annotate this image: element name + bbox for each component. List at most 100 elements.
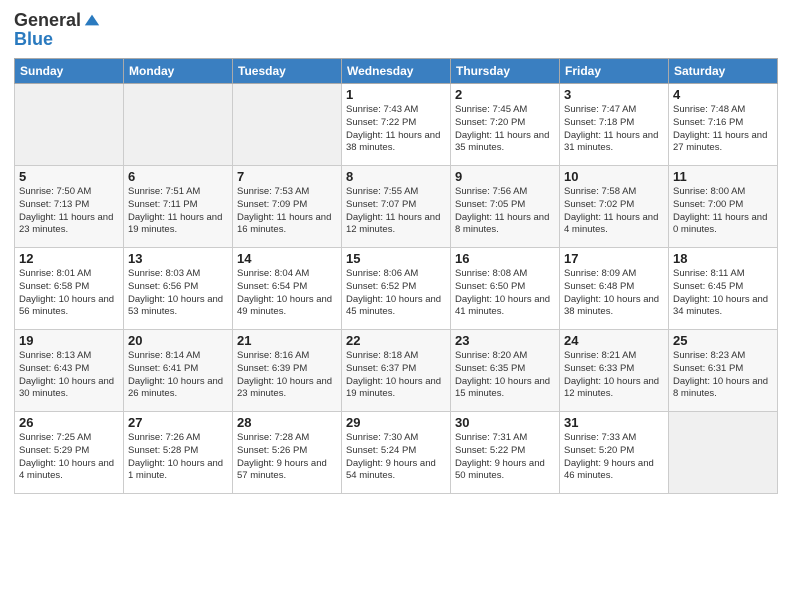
day-number: 19 (19, 333, 119, 348)
day-number: 10 (564, 169, 664, 184)
day-number: 25 (673, 333, 773, 348)
day-number: 26 (19, 415, 119, 430)
day-info: Sunrise: 7:30 AM Sunset: 5:24 PM Dayligh… (346, 432, 446, 483)
calendar-cell: 17Sunrise: 8:09 AM Sunset: 6:48 PM Dayli… (560, 248, 669, 330)
day-number: 18 (673, 251, 773, 266)
week-row-1: 1 Sunrise: 7:43 AM Sunset: 7:22 PM Daylig… (15, 84, 778, 166)
weekday-header-friday: Friday (560, 59, 669, 84)
calendar-cell: 5Sunrise: 7:50 AM Sunset: 7:13 PM Daylig… (15, 166, 124, 248)
day-number: 6 (128, 169, 228, 184)
calendar-cell: 27 Sunrise: 7:26 AM Sunset: 5:28 PM Dayli… (124, 412, 233, 494)
weekday-header-monday: Monday (124, 59, 233, 84)
day-info: Sunrise: 8:18 AM Sunset: 6:37 PM Dayligh… (346, 350, 446, 401)
day-info: Sunrise: 8:13 AM Sunset: 6:43 PM Dayligh… (19, 350, 119, 401)
day-info: Sunrise: 8:14 AM Sunset: 6:41 PM Dayligh… (128, 350, 228, 401)
week-row-4: 19 Sunrise: 8:13 AM Sunset: 6:43 PM Dayli… (15, 330, 778, 412)
calendar-cell: 18 Sunrise: 8:11 AM Sunset: 6:45 PM Dayli… (669, 248, 778, 330)
day-number: 1 (346, 87, 446, 102)
calendar-cell (233, 84, 342, 166)
day-info: Sunrise: 7:31 AM Sunset: 5:22 PM Dayligh… (455, 432, 555, 483)
day-number: 9 (455, 169, 555, 184)
calendar-cell: 20 Sunrise: 8:14 AM Sunset: 6:41 PM Dayli… (124, 330, 233, 412)
calendar-cell: 11 Sunrise: 8:00 AM Sunset: 7:00 PM Dayli… (669, 166, 778, 248)
calendar-cell: 14 Sunrise: 8:04 AM Sunset: 6:54 PM Dayli… (233, 248, 342, 330)
day-info: Sunrise: 7:43 AM Sunset: 7:22 PM Dayligh… (346, 104, 446, 155)
day-info: Sunrise: 8:16 AM Sunset: 6:39 PM Dayligh… (237, 350, 337, 401)
day-number: 15 (346, 251, 446, 266)
day-info: Sunrise: 8:08 AM Sunset: 6:50 PM Dayligh… (455, 268, 555, 319)
page: General Blue SundayMondayTuesdayWednesda… (0, 0, 792, 612)
day-number: 23 (455, 333, 555, 348)
day-number: 11 (673, 169, 773, 184)
calendar-cell: 2 Sunrise: 7:45 AM Sunset: 7:20 PM Daylig… (451, 84, 560, 166)
calendar-cell (669, 412, 778, 494)
calendar-cell: 16 Sunrise: 8:08 AM Sunset: 6:50 PM Dayli… (451, 248, 560, 330)
day-number: 22 (346, 333, 446, 348)
calendar-cell: 31Sunrise: 7:33 AM Sunset: 5:20 PM Dayli… (560, 412, 669, 494)
day-number: 12 (19, 251, 119, 266)
day-number: 8 (346, 169, 446, 184)
day-info: Sunrise: 7:53 AM Sunset: 7:09 PM Dayligh… (237, 186, 337, 237)
day-info: Sunrise: 8:00 AM Sunset: 7:00 PM Dayligh… (673, 186, 773, 237)
day-number: 16 (455, 251, 555, 266)
day-number: 3 (564, 87, 664, 102)
day-info: Sunrise: 7:45 AM Sunset: 7:20 PM Dayligh… (455, 104, 555, 155)
calendar-cell: 24 Sunrise: 8:21 AM Sunset: 6:33 PM Dayli… (560, 330, 669, 412)
week-row-2: 5Sunrise: 7:50 AM Sunset: 7:13 PM Daylig… (15, 166, 778, 248)
calendar-cell: 13 Sunrise: 8:03 AM Sunset: 6:56 PM Dayli… (124, 248, 233, 330)
day-number: 20 (128, 333, 228, 348)
day-number: 4 (673, 87, 773, 102)
logo-general-text: General (14, 10, 81, 31)
day-info: Sunrise: 8:03 AM Sunset: 6:56 PM Dayligh… (128, 268, 228, 319)
day-info: Sunrise: 7:50 AM Sunset: 7:13 PM Dayligh… (19, 186, 119, 237)
calendar-cell: 4 Sunrise: 7:48 AM Sunset: 7:16 PM Daylig… (669, 84, 778, 166)
calendar-cell: 10Sunrise: 7:58 AM Sunset: 7:02 PM Dayli… (560, 166, 669, 248)
calendar-cell: 6Sunrise: 7:51 AM Sunset: 7:11 PM Daylig… (124, 166, 233, 248)
day-number: 14 (237, 251, 337, 266)
header: General Blue (14, 10, 778, 50)
day-info: Sunrise: 7:48 AM Sunset: 7:16 PM Dayligh… (673, 104, 773, 155)
day-info: Sunrise: 8:20 AM Sunset: 6:35 PM Dayligh… (455, 350, 555, 401)
calendar-cell: 8 Sunrise: 7:55 AM Sunset: 7:07 PM Daylig… (342, 166, 451, 248)
weekday-header-row: SundayMondayTuesdayWednesdayThursdayFrid… (15, 59, 778, 84)
weekday-header-tuesday: Tuesday (233, 59, 342, 84)
day-info: Sunrise: 7:25 AM Sunset: 5:29 PM Dayligh… (19, 432, 119, 483)
day-info: Sunrise: 8:23 AM Sunset: 6:31 PM Dayligh… (673, 350, 773, 401)
day-info: Sunrise: 8:11 AM Sunset: 6:45 PM Dayligh… (673, 268, 773, 319)
day-info: Sunrise: 7:56 AM Sunset: 7:05 PM Dayligh… (455, 186, 555, 237)
calendar-cell: 23 Sunrise: 8:20 AM Sunset: 6:35 PM Dayli… (451, 330, 560, 412)
week-row-3: 12 Sunrise: 8:01 AM Sunset: 6:58 PM Dayli… (15, 248, 778, 330)
day-number: 30 (455, 415, 555, 430)
day-info: Sunrise: 7:55 AM Sunset: 7:07 PM Dayligh… (346, 186, 446, 237)
calendar-cell: 7 Sunrise: 7:53 AM Sunset: 7:09 PM Daylig… (233, 166, 342, 248)
calendar-cell: 21 Sunrise: 8:16 AM Sunset: 6:39 PM Dayli… (233, 330, 342, 412)
day-number: 13 (128, 251, 228, 266)
day-info: Sunrise: 8:21 AM Sunset: 6:33 PM Dayligh… (564, 350, 664, 401)
logo-icon (83, 11, 101, 29)
day-number: 21 (237, 333, 337, 348)
day-info: Sunrise: 8:04 AM Sunset: 6:54 PM Dayligh… (237, 268, 337, 319)
calendar-cell: 30 Sunrise: 7:31 AM Sunset: 5:22 PM Dayli… (451, 412, 560, 494)
day-number: 29 (346, 415, 446, 430)
calendar-cell: 1 Sunrise: 7:43 AM Sunset: 7:22 PM Daylig… (342, 84, 451, 166)
day-number: 27 (128, 415, 228, 430)
day-info: Sunrise: 8:01 AM Sunset: 6:58 PM Dayligh… (19, 268, 119, 319)
day-number: 17 (564, 251, 664, 266)
day-number: 24 (564, 333, 664, 348)
calendar-cell: 9 Sunrise: 7:56 AM Sunset: 7:05 PM Daylig… (451, 166, 560, 248)
weekday-header-thursday: Thursday (451, 59, 560, 84)
weekday-header-sunday: Sunday (15, 59, 124, 84)
calendar-cell: 26 Sunrise: 7:25 AM Sunset: 5:29 PM Dayli… (15, 412, 124, 494)
logo: General Blue (14, 10, 101, 50)
calendar-cell: 22 Sunrise: 8:18 AM Sunset: 6:37 PM Dayli… (342, 330, 451, 412)
day-info: Sunrise: 7:28 AM Sunset: 5:26 PM Dayligh… (237, 432, 337, 483)
calendar-cell: 19 Sunrise: 8:13 AM Sunset: 6:43 PM Dayli… (15, 330, 124, 412)
day-info: Sunrise: 7:26 AM Sunset: 5:28 PM Dayligh… (128, 432, 228, 483)
calendar-cell (15, 84, 124, 166)
day-number: 2 (455, 87, 555, 102)
calendar-cell: 28Sunrise: 7:28 AM Sunset: 5:26 PM Dayli… (233, 412, 342, 494)
day-number: 7 (237, 169, 337, 184)
calendar-cell: 12 Sunrise: 8:01 AM Sunset: 6:58 PM Dayli… (15, 248, 124, 330)
day-number: 31 (564, 415, 664, 430)
weekday-header-saturday: Saturday (669, 59, 778, 84)
